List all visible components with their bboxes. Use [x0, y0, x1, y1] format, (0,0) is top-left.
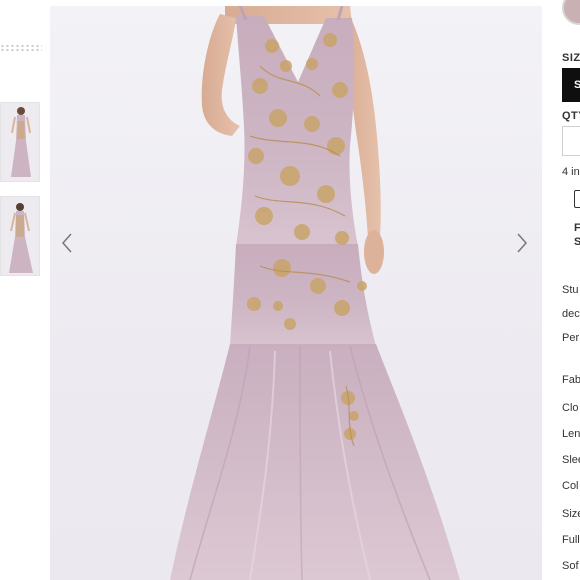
qty-label: QTY [562, 110, 580, 122]
main-product-image[interactable] [50, 6, 542, 580]
chevron-left-icon [61, 233, 72, 253]
thumbnail-strip [0, 0, 48, 580]
thumbnail-front-view[interactable] [0, 196, 40, 276]
installments-text: 4 int [562, 166, 580, 178]
phone-icon [574, 190, 580, 208]
color-swatch[interactable] [562, 0, 580, 25]
detail-row: Len [562, 428, 580, 440]
shipping-line-1: F [574, 222, 580, 234]
product-details-panel: SIZE S QTY 4 int F S Stu dec Per Fab Clo… [556, 0, 580, 580]
detail-row: Sof [562, 560, 579, 572]
thumbnail-partial[interactable] [0, 44, 42, 52]
dress-illustration [170, 6, 460, 580]
size-label: SIZE [562, 52, 580, 64]
detail-row: Size [562, 508, 580, 520]
detail-row: Slee [562, 454, 580, 466]
detail-row: Full [562, 534, 580, 546]
next-image-button[interactable] [510, 228, 534, 258]
size-option-button[interactable]: S [562, 68, 580, 102]
description-line: Per [562, 332, 580, 344]
previous-image-button[interactable] [55, 228, 79, 258]
detail-row: Clo [562, 402, 579, 414]
detail-row: Fab [562, 374, 580, 386]
chevron-right-icon [517, 233, 528, 253]
description-line: Stu [562, 284, 579, 296]
thumbnail-dress-image [1, 103, 39, 181]
quantity-input[interactable] [562, 126, 580, 156]
thumbnail-dress-image-2 [1, 197, 39, 275]
shipping-line-2: S [574, 236, 580, 248]
thumbnail-back-view[interactable] [0, 102, 40, 182]
description-line: dec [562, 308, 580, 320]
detail-row: Col [562, 480, 579, 492]
